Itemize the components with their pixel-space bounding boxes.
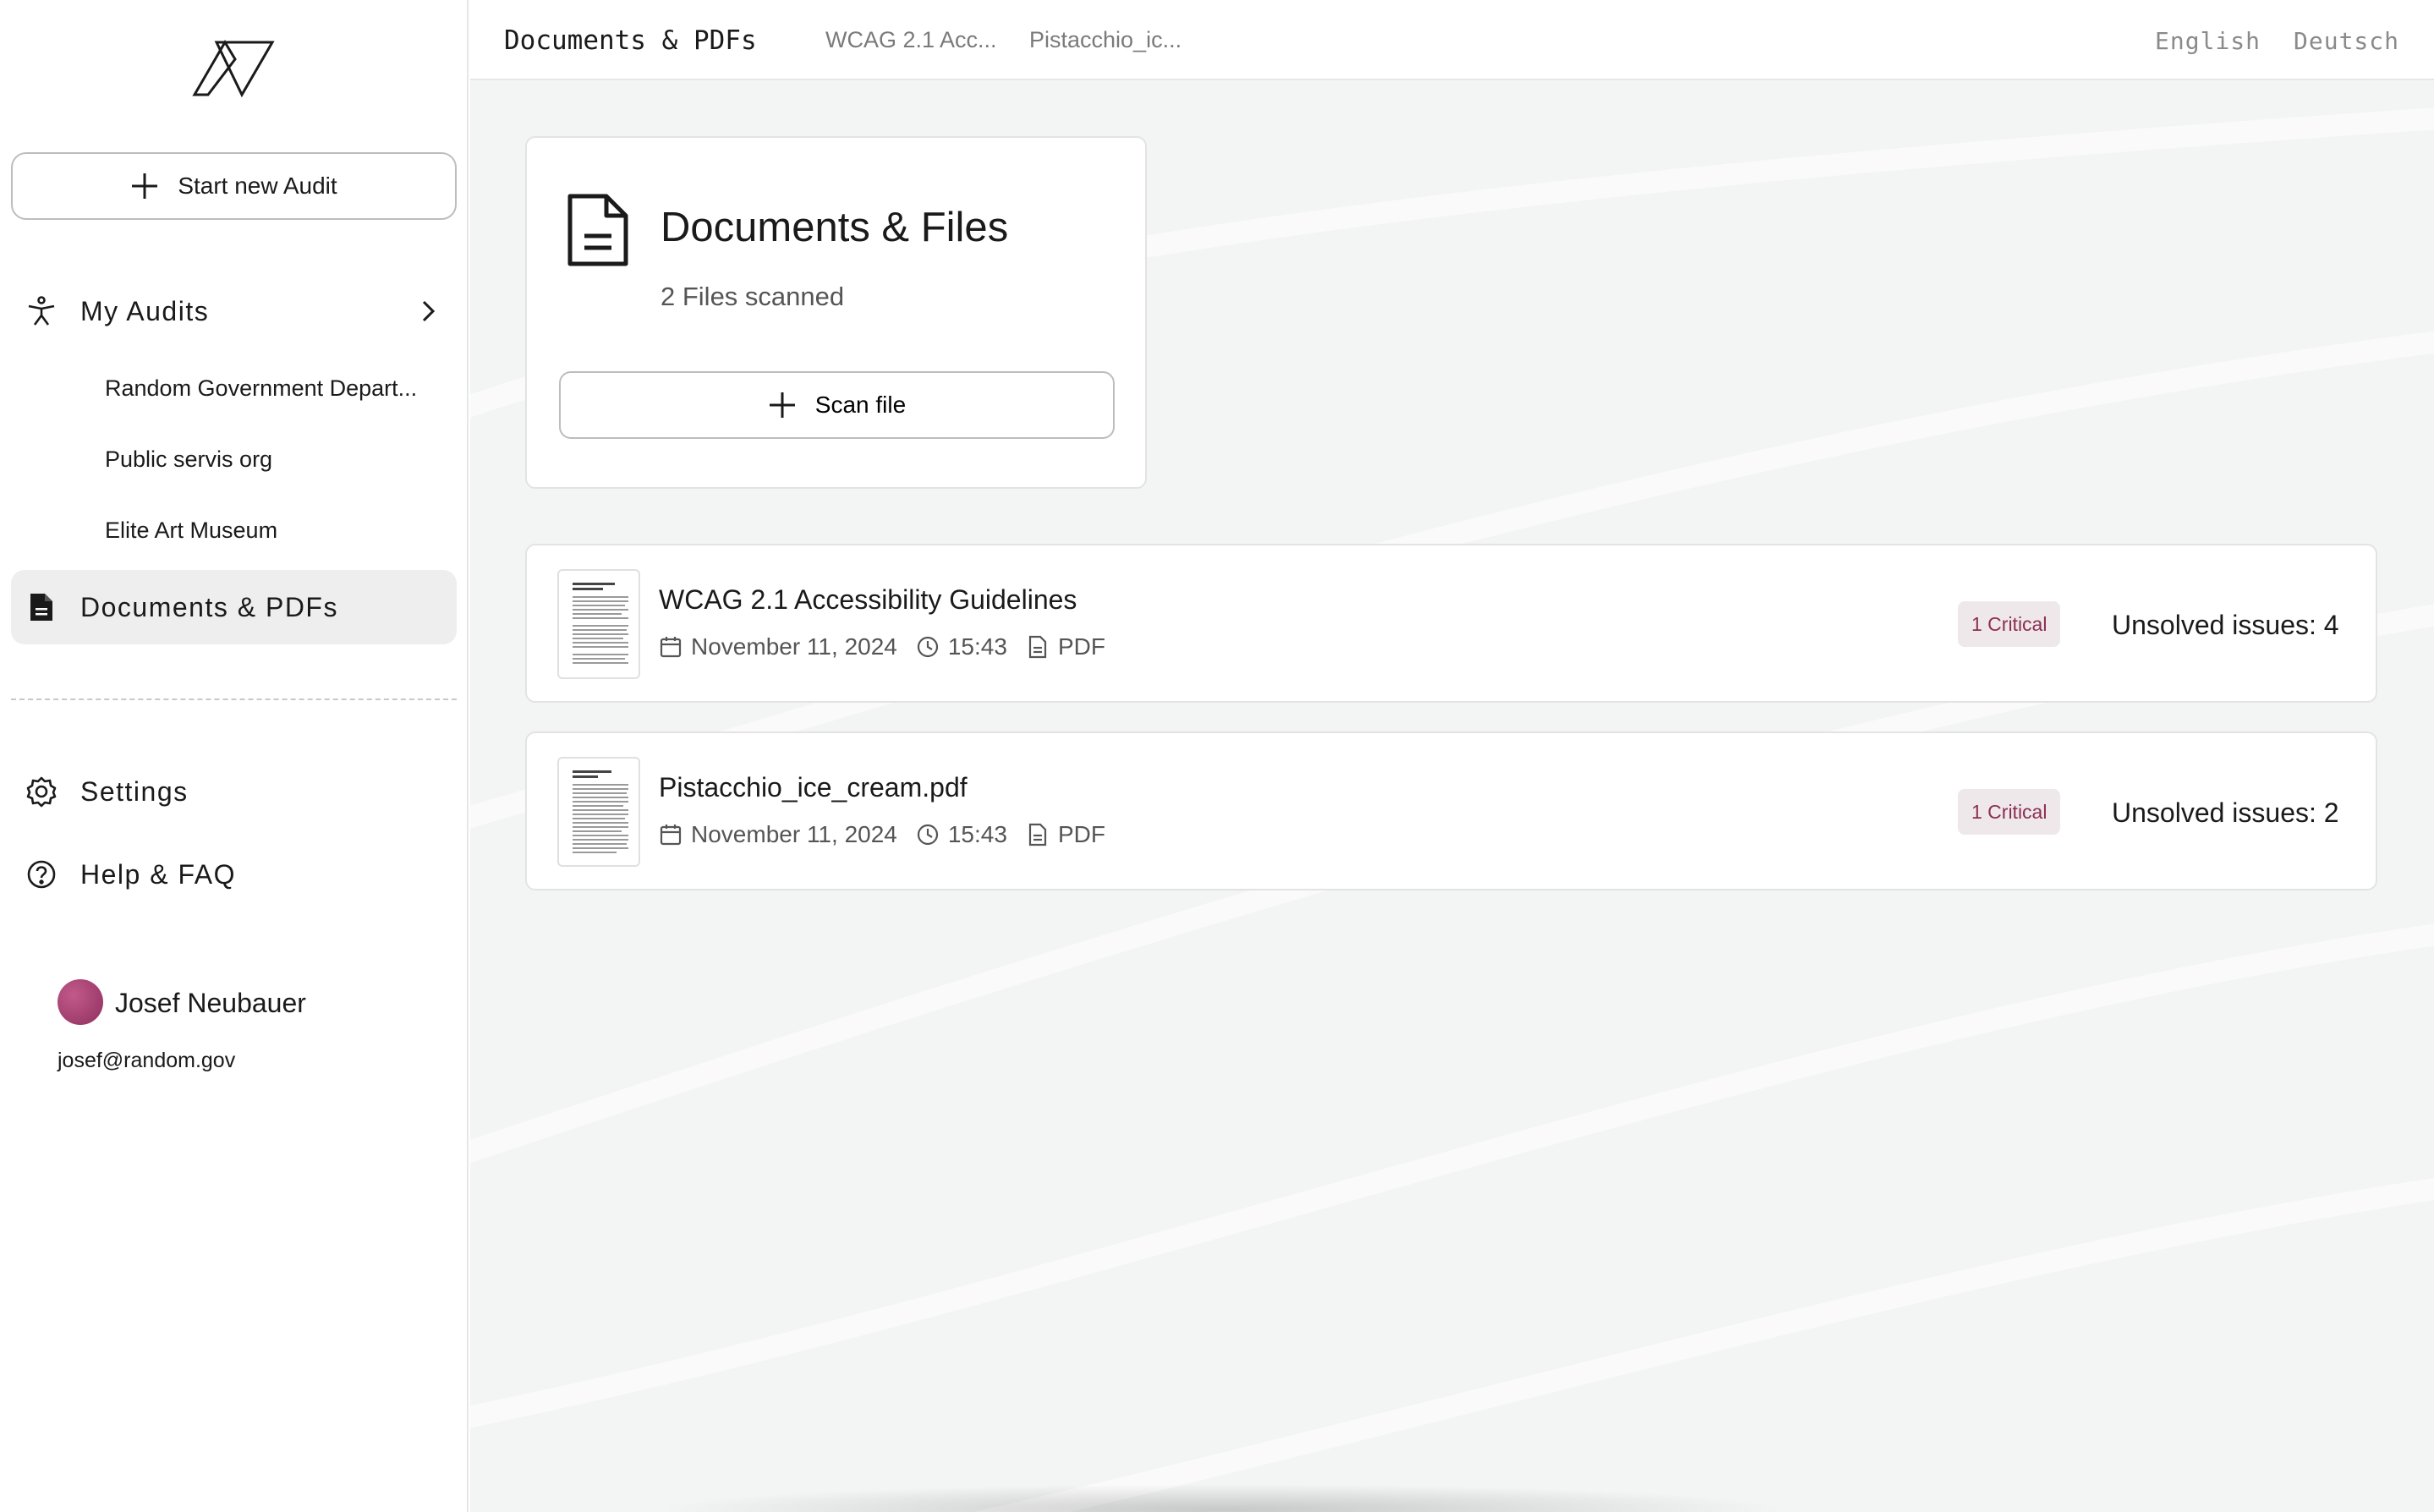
- document-preview-icon: [573, 583, 628, 664]
- file-date: November 11, 2024: [691, 821, 897, 847]
- logo-icon[interactable]: [191, 39, 276, 98]
- file-date: November 11, 2024: [691, 633, 897, 660]
- sidebar-item-label: My Audits: [80, 295, 210, 326]
- bottom-shadow: [656, 1484, 1790, 1512]
- sidebar-item-help[interactable]: Help & FAQ: [11, 837, 457, 912]
- file-name: WCAG 2.1 Accessibility Guidelines: [659, 584, 1077, 615]
- file-type-icon: [1028, 823, 1047, 846]
- sidebar-item-my-audits[interactable]: My Audits: [11, 274, 457, 348]
- file-type: PDF: [1057, 821, 1105, 847]
- sidebar-item-documents[interactable]: Documents & PDFs: [11, 570, 457, 644]
- critical-badge: 1 Critical: [1958, 789, 2061, 835]
- clock-icon: [917, 636, 938, 658]
- file-row[interactable]: Pistacchio_ice_cream.pdf November 11, 20…: [525, 731, 2377, 890]
- document-thumbnail: [557, 569, 640, 679]
- file-type-icon: [1028, 635, 1047, 659]
- sidebar-item-label: Settings: [80, 775, 189, 807]
- plus-icon: [769, 392, 795, 418]
- file-row[interactable]: WCAG 2.1 Accessibility Guidelines Novemb…: [525, 544, 2377, 703]
- sidebar-item-label: Help & FAQ: [80, 858, 236, 890]
- document-outline-icon: [567, 194, 628, 266]
- summary-title: Documents & Files: [661, 205, 1009, 250]
- user-email: josef@random.gov: [58, 1049, 236, 1072]
- avatar[interactable]: [58, 979, 103, 1025]
- audit-item[interactable]: Elite Art Museum: [105, 518, 277, 544]
- calendar-icon: [660, 824, 682, 846]
- file-time: 15:43: [947, 821, 1007, 847]
- document-icon: [25, 590, 58, 624]
- unsolved-issues: Unsolved issues: 4: [2112, 610, 2339, 640]
- audit-item[interactable]: Public servis org: [105, 446, 272, 473]
- sidebar-item-settings[interactable]: Settings: [11, 754, 457, 829]
- summary-subtitle: 2 Files scanned: [661, 282, 845, 311]
- user-name: Josef Neubauer: [115, 988, 306, 1018]
- plus-icon: [132, 173, 158, 199]
- gear-icon: [25, 775, 58, 808]
- file-meta: November 11, 2024 15:43 PDF: [659, 821, 1105, 848]
- tab-wcag[interactable]: WCAG 2.1 Acc...: [825, 27, 997, 53]
- critical-badge: 1 Critical: [1958, 601, 2061, 647]
- scan-file-label: Scan file: [814, 392, 907, 418]
- main-content: Documents & Files 2 Files scanned Scan f…: [470, 80, 2434, 1512]
- page-title: Documents & PDFs: [504, 25, 757, 56]
- language-deutsch[interactable]: Deutsch: [2294, 27, 2399, 55]
- file-type: PDF: [1057, 633, 1105, 660]
- document-preview-icon: [573, 770, 628, 853]
- file-meta: November 11, 2024 15:43 PDF: [659, 633, 1105, 660]
- clock-icon: [917, 824, 938, 846]
- sidebar: Start new Audit My Audits Random Governm…: [0, 0, 469, 1512]
- document-thumbnail: [557, 757, 640, 867]
- language-english[interactable]: English: [2155, 27, 2261, 55]
- scan-file-button[interactable]: Scan file: [559, 371, 1115, 439]
- sidebar-divider: [11, 698, 457, 700]
- start-new-audit-label: Start new Audit: [178, 173, 337, 199]
- top-bar: Documents & PDFs WCAG 2.1 Acc... Pistacc…: [470, 0, 2434, 80]
- file-time: 15:43: [947, 633, 1007, 660]
- accessibility-icon: [25, 294, 58, 328]
- calendar-icon: [660, 637, 682, 658]
- chevron-right-icon[interactable]: [414, 298, 441, 325]
- audit-item[interactable]: Random Government Depart...: [105, 375, 417, 402]
- unsolved-issues: Unsolved issues: 2: [2112, 797, 2339, 828]
- file-name: Pistacchio_ice_cream.pdf: [659, 772, 968, 803]
- documents-summary-card: Documents & Files 2 Files scanned Scan f…: [525, 136, 1147, 489]
- help-icon: [25, 857, 58, 891]
- sidebar-item-label: Documents & PDFs: [80, 591, 338, 622]
- tab-pistacchio[interactable]: Pistacchio_ic...: [1029, 27, 1181, 53]
- start-new-audit-button[interactable]: Start new Audit: [11, 152, 457, 220]
